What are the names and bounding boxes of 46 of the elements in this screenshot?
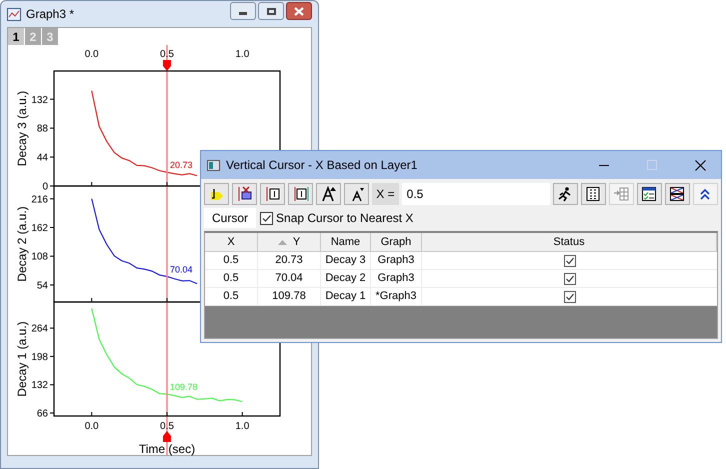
column-label: Graph xyxy=(380,234,412,250)
y-tick-label: 132 xyxy=(31,380,48,392)
x-axis-title: Time (sec) xyxy=(138,442,196,456)
y-tick-label: 198 xyxy=(31,352,48,363)
x-tick-label: 1.0 xyxy=(235,49,250,60)
x-tick-label: 1.0 xyxy=(235,421,250,432)
table-cell: Decay 2 xyxy=(321,270,371,287)
column-label: X xyxy=(227,234,235,250)
dialog-title: Vertical Cursor - X Based on Layer1 xyxy=(226,157,418,174)
y-tick-label: 216 xyxy=(31,194,48,206)
y-tick-label: 54 xyxy=(36,280,48,292)
table-cell: *Graph3 xyxy=(371,288,422,305)
table-cell: 0.5 xyxy=(205,288,258,305)
column-label: Status xyxy=(553,234,585,250)
window-title: Graph3 * xyxy=(26,6,76,23)
y-axis-title: Decay 2 (a.u.) xyxy=(15,206,29,282)
y-tick-label: 264 xyxy=(31,324,48,335)
table-cell: Graph3 xyxy=(371,252,422,269)
cursor-value-label: 70.04 xyxy=(170,264,193,274)
x-tick-label: 0.0 xyxy=(84,421,99,432)
y-axis-title: Decay 1 (a.u.) xyxy=(15,321,29,397)
snap-label: Snap Cursor to Nearest X xyxy=(276,210,414,227)
y-axis-title: Decay 3 (a.u.) xyxy=(15,90,29,166)
cursor-value-label: 20.73 xyxy=(170,160,193,170)
table-cell: 0.5 xyxy=(205,252,258,269)
table-cell: Decay 1 xyxy=(321,288,371,305)
y-tick-label: 88 xyxy=(36,124,48,135)
y-tick-label: 162 xyxy=(31,223,48,234)
table-cell: 70.04 xyxy=(258,270,321,287)
x-tick-label: 0.5 xyxy=(160,49,174,60)
y-tick-label: 0 xyxy=(42,182,48,192)
y-tick-label: 108 xyxy=(31,252,48,263)
table-cell: Graph3 xyxy=(371,270,422,287)
cursor-value-label: 109.78 xyxy=(170,382,198,392)
table-cell: 0.5 xyxy=(205,270,258,287)
table-cell: Decay 3 xyxy=(321,252,371,269)
x-tick-label: 0.0 xyxy=(84,49,99,60)
y-tick-label: 66 xyxy=(36,408,48,420)
y-tick-label: 44 xyxy=(36,152,48,164)
table-cell: 109.78 xyxy=(258,288,321,305)
column-label: Y xyxy=(292,234,300,250)
x-label: X = xyxy=(372,183,399,205)
column-label: Name xyxy=(330,234,360,250)
x-tick-label: 0.5 xyxy=(160,421,174,432)
y-tick-label: 132 xyxy=(31,94,48,106)
table-cell: 20.73 xyxy=(258,252,321,269)
